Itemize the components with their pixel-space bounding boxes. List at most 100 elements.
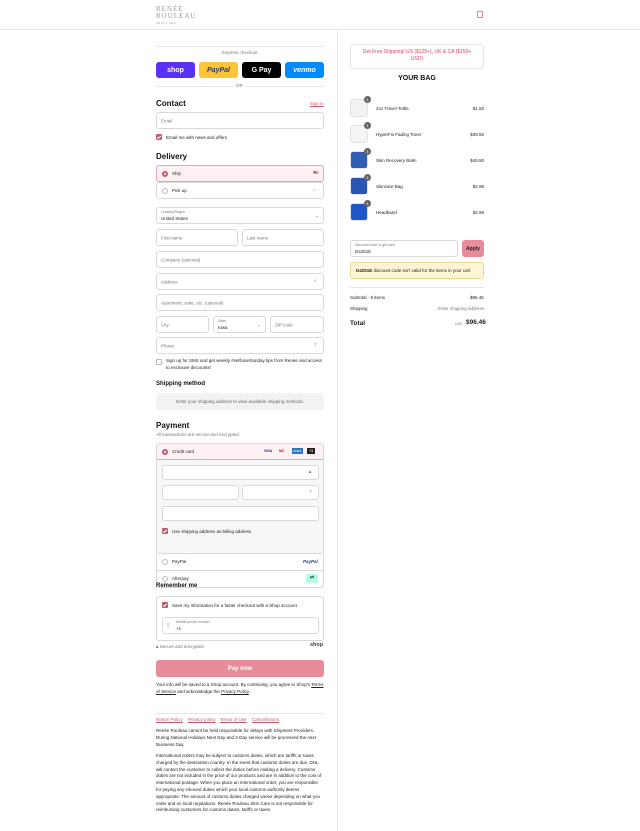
total-label: Total [350,320,366,327]
remember-box: Save my information for a faster checkou… [156,596,324,641]
footer-link-terms[interactable]: Terms of Use [220,717,247,722]
company-field[interactable]: Company (optional) [156,251,324,268]
apartment-placeholder: Apartment, suite, etc. (optional) [161,300,224,305]
footer-paragraph-2: International orders may be subject to c… [156,753,322,813]
zip-placeholder: ZIP code [275,322,293,327]
lock-icon: 🔒︎ [309,469,312,474]
mobile-phone-field[interactable]: ▯ Mobile phone number +1 [162,617,319,634]
zip-field[interactable]: ZIP code [270,316,324,333]
chevron-down-icon: ⌄ [315,213,319,218]
venmo-button[interactable]: venmo [285,62,324,78]
product-name: HyperFix Fading Toner [376,132,422,137]
country-select[interactable]: Country/Region United States ⌄ [156,207,324,224]
more-cards-icon: +3 [307,448,315,454]
address-field[interactable]: Address ⌕ [156,273,324,290]
pickup-option[interactable]: Pick up ⌂ [156,182,324,199]
phone-placeholder: Phone [161,343,175,348]
apartment-field[interactable]: Apartment, suite, etc. (optional) [156,294,324,311]
free-shipping-banner: Get Free Shipping! US ($125+), UK & CA (… [350,44,484,69]
express-title: Express checkout [222,50,258,55]
save-info-checkbox[interactable] [162,602,168,608]
last-name-field[interactable]: Last name [242,229,324,246]
chevron-down-icon: ⌄ [257,322,261,327]
secure-note: 🔒︎ Secure and encrypted [156,644,204,649]
visa-icon: VISA [264,449,273,453]
shop-pay-button[interactable]: shop [156,62,195,78]
email-field[interactable]: Email [156,112,324,129]
footer-link-privacy[interactable]: Privacy policy [188,717,216,722]
paypal-option[interactable]: PayPal PayPal [156,554,324,571]
paypal-logo: PayPal [303,559,318,564]
header: RENÉE ROULEAU SKIN CARE [0,0,640,30]
shipping-method-note: Enter your shipping address to view avai… [156,393,324,410]
warning-code: D4251E [356,268,373,273]
phone-icon: ▯ [167,622,170,627]
logo-tag: SKIN CARE [156,21,177,25]
payment-subtitle: All transactions are secure and encrypte… [156,432,241,437]
product-name: 2oz Travel Tottle [376,106,409,111]
bag-item: 1 2oz Travel Tottle $1.50 [350,96,484,119]
total-currency: USD [455,322,463,326]
billing-checkbox[interactable] [162,528,168,534]
ship-radio[interactable] [162,171,168,177]
help-icon[interactable]: ? [309,489,312,494]
discount-label: Discount code or gift card [355,243,395,247]
state-select[interactable]: State Iowa ⌄ [213,316,266,333]
credit-card-radio[interactable] [162,449,168,455]
company-placeholder: Company (optional) [161,257,201,262]
sign-in-link[interactable]: Sign in [310,101,324,106]
apply-button[interactable]: Apply [462,240,484,257]
discount-field[interactable]: Discount code or gift card D4251E [350,240,458,257]
footer-link-cancellations[interactable]: Cancellations [252,717,279,722]
remember-title: Remember me [156,583,198,589]
order-summary: Get Free Shipping! US ($125+), UK & CA (… [337,31,640,831]
news-checkbox[interactable] [156,134,162,140]
product-price: $39.50 [470,132,484,137]
pickup-label: Pick up [172,188,187,193]
search-icon: ⌕ [314,278,317,283]
phone-field[interactable]: Phone ? [156,337,324,354]
mastercard-icon: MC [279,449,285,453]
footer-paragraph-1: Renée Rouleau cannot be held responsible… [156,728,316,747]
shop-logo: shop [310,642,324,648]
sms-checkbox[interactable] [156,359,162,365]
or-divider: OR [236,83,243,88]
paypal-button[interactable]: PayPal [199,62,238,78]
paypal-radio[interactable] [162,559,168,565]
payment-title: Payment [156,421,190,430]
credit-card-option[interactable]: Credit card VISA MC AMEX +3 [157,444,323,460]
country-label: Country/Region [161,210,186,214]
secure-label: Secure and encrypted [159,644,204,649]
email-placeholder: Email [161,118,173,123]
logo[interactable]: RENÉE ROULEAU SKIN CARE [156,6,196,27]
bag-item: 1 Skincare Bag $2.98 [350,174,484,197]
shipping-value: Enter shipping address [438,306,485,311]
card-number-field[interactable]: 🔒︎ [162,465,319,480]
footer-link-return[interactable]: Return Policy [156,717,183,722]
afterpay-radio[interactable] [162,576,168,582]
security-code-field[interactable]: ? [242,485,319,500]
quantity-badge: 1 [364,122,371,129]
privacy-link[interactable]: Privacy Policy [221,689,249,694]
bag-title: YOUR BAG [398,75,436,82]
name-on-card-field[interactable] [162,506,319,521]
credit-card-label: Credit card [172,449,195,454]
discount-value: D4251E [355,249,372,254]
gpay-button[interactable]: G Pay [242,62,281,78]
logo-line2: ROULEAU [156,12,197,20]
pay-now-button[interactable]: Pay now [156,660,324,677]
address-placeholder: Address [161,279,178,284]
quantity-badge: 1 [364,96,371,103]
help-icon[interactable]: ? [314,342,317,347]
expiry-field[interactable] [162,485,239,500]
checkout-form: Express checkout shop PayPal G Pay venmo… [0,31,337,831]
last-name-placeholder: Last name [247,235,269,240]
pickup-radio[interactable] [162,188,168,194]
paypal-label: PayPal [172,559,187,564]
ship-label: Ship [172,171,182,176]
news-label: Email me with news and offers [166,135,227,140]
city-field[interactable]: City [156,316,209,333]
first-name-field[interactable]: First name [156,229,238,246]
ship-option[interactable]: Ship ⛟ [156,165,324,182]
bag-icon[interactable] [477,11,483,18]
